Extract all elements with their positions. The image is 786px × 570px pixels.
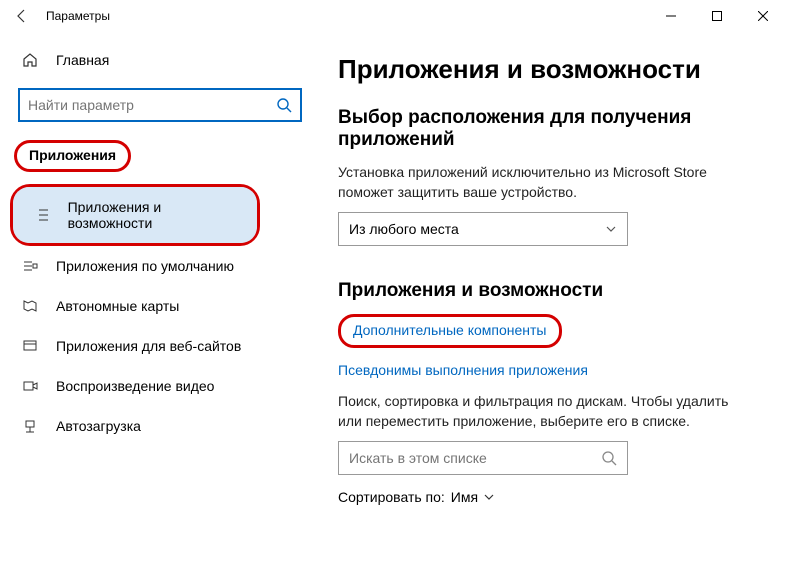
video-icon (20, 378, 40, 394)
highlight-annotation: Приложения (14, 140, 131, 172)
back-button[interactable] (12, 6, 32, 26)
nav-apps-features[interactable]: Приложения и возможности (13, 187, 257, 243)
sidebar: Главная Приложения Приложения и возможно… (0, 32, 320, 570)
install-source-dropdown[interactable]: Из любого места (338, 212, 628, 246)
chevron-down-icon (605, 223, 617, 235)
apps-search-input[interactable] (349, 450, 601, 466)
install-desc: Установка приложений исключительно из Mi… (338, 163, 756, 202)
nav-apps-websites[interactable]: Приложения для веб-сайтов (0, 326, 320, 366)
nav-label: Автозагрузка (56, 418, 141, 434)
nav-label: Приложения по умолчанию (56, 258, 234, 274)
search-icon (276, 97, 292, 113)
minimize-button[interactable] (648, 0, 694, 32)
search-input[interactable] (28, 97, 276, 113)
highlight-annotation: Приложения и возможности (10, 184, 260, 246)
apps-heading: Приложения и возможности (338, 280, 756, 302)
nav-startup[interactable]: Автозагрузка (0, 406, 320, 446)
sort-control[interactable]: Сортировать по: Имя (338, 489, 756, 505)
optional-features-link[interactable]: Дополнительные компоненты (338, 314, 562, 348)
dropdown-value: Из любого места (349, 221, 459, 237)
nav-label: Воспроизведение видео (56, 378, 214, 394)
home-label: Главная (56, 52, 109, 68)
nav-label: Приложения и возможности (68, 199, 237, 231)
titlebar: Параметры (0, 0, 786, 32)
section-header: Приложения (29, 147, 116, 163)
sort-value: Имя (451, 489, 478, 505)
highlight-annotation: Дополнительные компоненты (338, 314, 756, 362)
execution-aliases-link[interactable]: Псевдонимы выполнения приложения (338, 362, 588, 378)
map-icon (20, 298, 40, 314)
close-button[interactable] (740, 0, 786, 32)
startup-icon (20, 418, 40, 434)
page-title: Приложения и возможности (338, 54, 756, 85)
nav-label: Приложения для веб-сайтов (56, 338, 241, 354)
apps-desc: Поиск, сортировка и фильтрация по дискам… (338, 392, 756, 431)
maximize-button[interactable] (694, 0, 740, 32)
list-icon (33, 207, 52, 223)
content-pane: Приложения и возможности Выбор расположе… (320, 32, 786, 570)
nav-video-playback[interactable]: Воспроизведение видео (0, 366, 320, 406)
nav-default-apps[interactable]: Приложения по умолчанию (0, 246, 320, 286)
home-nav[interactable]: Главная (0, 42, 320, 78)
link-label: Дополнительные компоненты (353, 322, 547, 338)
search-icon (601, 450, 617, 466)
websites-icon (20, 338, 40, 354)
nav-label: Автономные карты (56, 298, 179, 314)
sort-label: Сортировать по: (338, 489, 445, 505)
apps-search-wrapper[interactable] (338, 441, 628, 475)
chevron-down-icon (484, 492, 494, 502)
window-title: Параметры (46, 9, 110, 23)
window-controls (648, 0, 786, 32)
nav-offline-maps[interactable]: Автономные карты (0, 286, 320, 326)
install-heading: Выбор расположения для получения приложе… (338, 107, 756, 151)
home-icon (20, 52, 40, 68)
defaults-icon (20, 258, 40, 274)
search-input-wrapper[interactable] (18, 88, 302, 122)
